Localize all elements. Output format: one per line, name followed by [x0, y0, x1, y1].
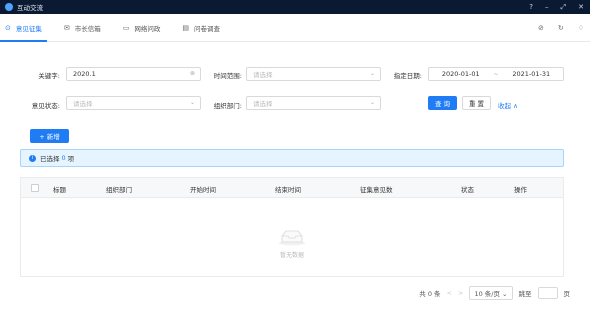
- tab-label: 意见征集: [15, 24, 42, 33]
- goto-label: 跳至: [518, 290, 532, 298]
- tab-opinion-collection[interactable]: ⊙ 意见征集: [0, 14, 47, 42]
- page-suffix: 页: [563, 290, 571, 298]
- globe-icon: ⊙: [5, 23, 11, 32]
- page-size-value: 10 条/页: [474, 290, 500, 298]
- help-icon[interactable]: ?: [529, 3, 533, 11]
- add-button[interactable]: + 新增: [30, 129, 69, 143]
- tab-label: 市长信箱: [74, 24, 101, 33]
- col-status[interactable]: 状态: [461, 184, 474, 194]
- close-icon[interactable]: ✕: [578, 3, 584, 11]
- chevron-down-icon: ⌄: [369, 99, 375, 106]
- minimize-icon[interactable]: –: [545, 3, 549, 11]
- col-opinion-count[interactable]: 征集意见数: [360, 184, 393, 194]
- date-separator: ~: [493, 70, 499, 78]
- keyword-input[interactable]: 2020.1 ⊗: [66, 67, 201, 81]
- date-label: 指定日期:: [393, 72, 422, 80]
- window-title: 互动交流: [17, 4, 43, 12]
- page-size-select[interactable]: 10 条/页 ⌄: [469, 286, 513, 300]
- time-range-label: 时间范围:: [213, 72, 242, 80]
- date-start: 2020-01-01: [441, 70, 480, 78]
- top-actions: ⊘ ↻ ♢: [538, 14, 584, 42]
- tab-questionnaire[interactable]: ▤ 问卷调查: [177, 14, 225, 42]
- select-all-checkbox[interactable]: [31, 184, 39, 192]
- tab-bar: ⊙ 意见征集 ✉ 市长信箱 ▭ 网络问政 ▤ 问卷调查: [0, 14, 590, 42]
- refresh-icon[interactable]: ↻: [558, 24, 564, 32]
- selection-alert: i 已选择 0 项: [20, 149, 564, 167]
- clipboard-icon: ▤: [182, 23, 189, 32]
- tab-label: 网络问政: [134, 24, 161, 33]
- tab-mayor-mailbox[interactable]: ✉ 市长信箱: [59, 14, 106, 42]
- window-titlebar: 互动交流 ? – ⤢ ✕: [0, 0, 590, 14]
- date-end: 2021-01-31: [512, 70, 551, 78]
- col-end-time[interactable]: 结束时间: [275, 184, 301, 194]
- selection-prefix: 已选择: [40, 155, 60, 163]
- data-table: 标题 组织部门 开始时间 结束时间 征集意见数 状态 操作 暂无数据: [20, 177, 564, 277]
- empty-text: 暂无数据: [279, 252, 304, 259]
- keyword-value: 2020.1: [73, 70, 96, 78]
- status-placeholder: 请选择: [73, 100, 93, 108]
- selection-count: 0: [61, 154, 66, 162]
- time-range-select[interactable]: 请选择 ⌄: [246, 67, 381, 81]
- org-select[interactable]: 请选择 ⌄: [246, 96, 381, 110]
- tab-label: 问卷调查: [194, 24, 220, 33]
- reset-button[interactable]: 重 置: [462, 96, 491, 110]
- prev-page-button[interactable]: <: [447, 289, 452, 297]
- goto-page-input[interactable]: [537, 287, 558, 299]
- table-header: 标题 组织部门 开始时间 结束时间 征集意见数 状态 操作: [21, 178, 563, 198]
- chevron-down-icon: ⌄: [189, 99, 195, 106]
- col-org[interactable]: 组织部门: [106, 184, 132, 194]
- status-select[interactable]: 请选择 ⌄: [66, 96, 201, 110]
- clear-icon[interactable]: ⊗: [190, 70, 195, 77]
- col-actions: 操作: [514, 186, 527, 194]
- chevron-down-icon: ⌄: [369, 70, 375, 77]
- col-start-time[interactable]: 开始时间: [190, 184, 216, 194]
- keyword-label: 关键字:: [38, 72, 60, 80]
- collapse-link[interactable]: 收起 ∧: [498, 100, 518, 110]
- mail-icon: ✉: [63, 23, 70, 32]
- col-title[interactable]: 标题: [53, 184, 66, 194]
- selection-suffix: 项: [67, 155, 75, 163]
- empty-state: 暂无数据: [21, 228, 563, 259]
- query-button[interactable]: 查 询: [428, 96, 457, 110]
- org-placeholder: 请选择: [253, 100, 273, 108]
- org-label: 组织部门:: [213, 102, 242, 110]
- next-page-button[interactable]: >: [458, 289, 463, 297]
- tab-online-inquiry[interactable]: ▭ 网络问政: [118, 14, 166, 42]
- monitor-icon: ▭: [122, 23, 130, 32]
- app-logo-icon: [5, 3, 13, 11]
- info-icon: i: [29, 154, 36, 162]
- empty-box-icon: [279, 230, 305, 246]
- status-label: 意见状态:: [31, 102, 60, 110]
- pagination: 共 0 条 < > 10 条/页 ⌄ 跳至 页: [419, 286, 570, 300]
- help-circle-icon[interactable]: ⊘: [538, 24, 544, 32]
- date-range-picker[interactable]: 2020-01-01 ~ 2021-01-31: [428, 67, 564, 81]
- window-controls: ? – ⤢ ✕: [529, 0, 584, 14]
- time-range-placeholder: 请选择: [253, 71, 273, 79]
- total-count: 共 0 条: [419, 290, 441, 298]
- bell-icon[interactable]: ♢: [578, 24, 584, 32]
- maximize-icon[interactable]: ⤢: [561, 3, 567, 12]
